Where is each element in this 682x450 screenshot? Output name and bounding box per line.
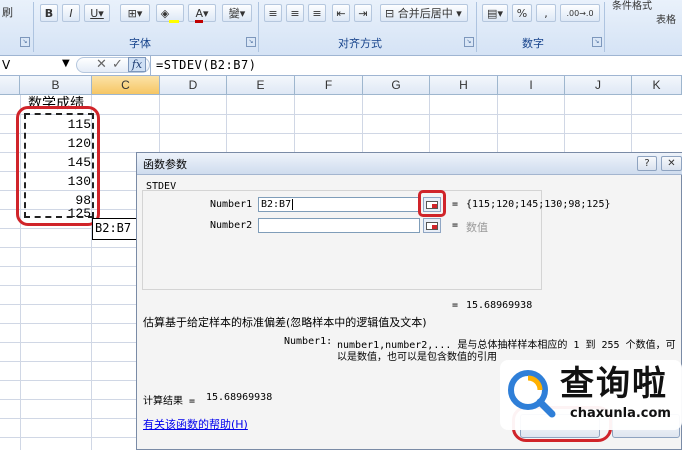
preview-result: 15.68969938 <box>466 300 533 311</box>
annotation-box-collapse <box>418 190 446 217</box>
calc-result-value: 15.68969938 <box>206 392 273 403</box>
watermark-brand: 查询啦 <box>560 364 668 404</box>
group-separator <box>604 2 605 52</box>
font-color-icon: A <box>195 7 203 23</box>
magnifier-logo-icon <box>508 370 556 418</box>
number-group-label: 数字 <box>522 37 544 50</box>
phonetic-button[interactable]: 變▾ <box>222 4 252 22</box>
bold-button[interactable]: B <box>40 4 58 22</box>
column-header-d[interactable]: D <box>160 76 227 95</box>
phonetic-icon: 變 <box>228 7 240 20</box>
accounting-format-button[interactable]: ▤▾ <box>482 4 508 22</box>
arg1-input[interactable]: B2:B7 <box>258 197 420 212</box>
column-header-c[interactable]: C <box>92 76 160 95</box>
active-cell[interactable]: B2:B7 <box>92 218 138 240</box>
decrease-indent-button[interactable]: ⇤ <box>332 4 350 22</box>
column-header-h[interactable]: H <box>430 76 498 95</box>
select-all-corner[interactable] <box>0 76 20 95</box>
column-header-g[interactable]: G <box>363 76 430 95</box>
paint-bucket-icon: ◈ <box>160 7 170 20</box>
clipboard-fragment: 刷 <box>2 6 13 19</box>
align-right-button[interactable]: ≡ <box>308 4 326 22</box>
insert-function-icon[interactable]: fx <box>128 57 146 72</box>
column-header-k[interactable]: K <box>632 76 682 95</box>
italic-button[interactable]: I <box>62 4 80 22</box>
table-format-label[interactable]: 表格 <box>656 11 676 26</box>
currency-icon: ▤ <box>487 7 498 20</box>
increase-indent-button[interactable]: ⇥ <box>354 4 372 22</box>
active-cell-text: B2:B7 <box>95 221 132 235</box>
enter-icon[interactable]: ✓ <box>112 57 123 72</box>
arg2-input[interactable] <box>258 218 420 233</box>
merge-icon: ⊟ <box>385 7 395 20</box>
arg2-equals: = <box>452 220 459 231</box>
arg1-result: {115;120;145;130;98;125} <box>466 199 611 210</box>
arg1-label: Number1 <box>210 199 253 210</box>
arg2-label: Number2 <box>210 220 253 231</box>
dialog-titlebar[interactable]: 函数参数 ? ✕ <box>137 153 682 175</box>
column-header-f[interactable]: F <box>295 76 363 95</box>
merge-center-button[interactable]: ⊟ 合并后居中 ▾ <box>380 4 468 22</box>
param-description-line2: 以是数值，也可以是包含数值的引用 <box>337 352 497 363</box>
merge-center-label: 合并后居中 <box>397 7 453 20</box>
dialog-title: 函数参数 <box>143 158 187 171</box>
group-separator <box>476 2 477 52</box>
clipboard-launcher-icon[interactable]: ↘ <box>20 37 30 47</box>
arg1-equals: = <box>452 199 459 210</box>
borders-button[interactable]: ⊞▾ <box>120 4 150 22</box>
comma-button[interactable]: , <box>536 4 556 22</box>
help-link[interactable]: 有关该函数的帮助(H) <box>143 416 248 432</box>
underline-button[interactable]: U▾ <box>84 4 110 22</box>
name-box[interactable]: V <box>2 58 10 72</box>
column-header-j[interactable]: J <box>565 76 632 95</box>
close-icon[interactable]: ✕ <box>661 156 682 171</box>
column-header-e[interactable]: E <box>227 76 295 95</box>
align-left-button[interactable]: ≡ <box>264 4 282 22</box>
percent-button[interactable]: % <box>512 4 532 22</box>
font-group-label: 字体 <box>129 37 151 50</box>
group-separator <box>33 2 34 52</box>
arg1-value: B2:B7 <box>261 199 292 210</box>
column-header-i[interactable]: I <box>498 76 565 95</box>
param-name: Number1: <box>284 336 333 347</box>
arg2-collapse-button[interactable] <box>423 218 441 233</box>
arg2-result: 数值 <box>466 221 488 234</box>
annotation-circle-range <box>16 106 100 226</box>
font-launcher-icon[interactable]: ↘ <box>246 37 256 47</box>
alignment-group-label: 对齐方式 <box>338 37 382 50</box>
help-question-icon[interactable]: ? <box>637 156 657 171</box>
font-color-button[interactable]: A▾ <box>188 4 216 23</box>
formula-input[interactable]: =STDEV(B2:B7) <box>156 58 256 72</box>
number-launcher-icon[interactable]: ↘ <box>592 37 602 47</box>
preview-equals: = <box>452 300 459 311</box>
group-separator <box>258 2 259 52</box>
calc-result-label: 计算结果 = <box>143 396 196 407</box>
column-header-b[interactable]: B <box>20 76 92 95</box>
formula-divider <box>150 56 151 75</box>
conditional-format-label[interactable]: 条件格式 <box>612 0 652 12</box>
watermark-url: chaxunla.com <box>570 406 671 421</box>
fill-color-button[interactable]: ◈ <box>156 4 184 23</box>
name-box-dropdown-icon[interactable]: ▼ <box>62 58 70 69</box>
align-center-button[interactable]: ≡ <box>286 4 304 22</box>
formula-bar: V ▼ ✕ ✓ fx =STDEV(B2:B7) <box>0 56 682 76</box>
decimal-button[interactable]: .00→.0 <box>560 4 600 22</box>
function-description: 估算基于给定样本的标准偏差(忽略样本中的逻辑值及文本) <box>143 316 427 329</box>
cancel-icon[interactable]: ✕ <box>96 57 107 72</box>
alignment-launcher-icon[interactable]: ↘ <box>464 37 474 47</box>
watermark: 查询啦 chaxunla.com <box>500 360 682 430</box>
ribbon: 刷 ↘ B I U▾ ⊞▾ ◈ A▾ 變▾ 字体 ↘ ≡ ≡ ≡ ⇤ ⇥ ⊟ 合… <box>0 0 682 56</box>
